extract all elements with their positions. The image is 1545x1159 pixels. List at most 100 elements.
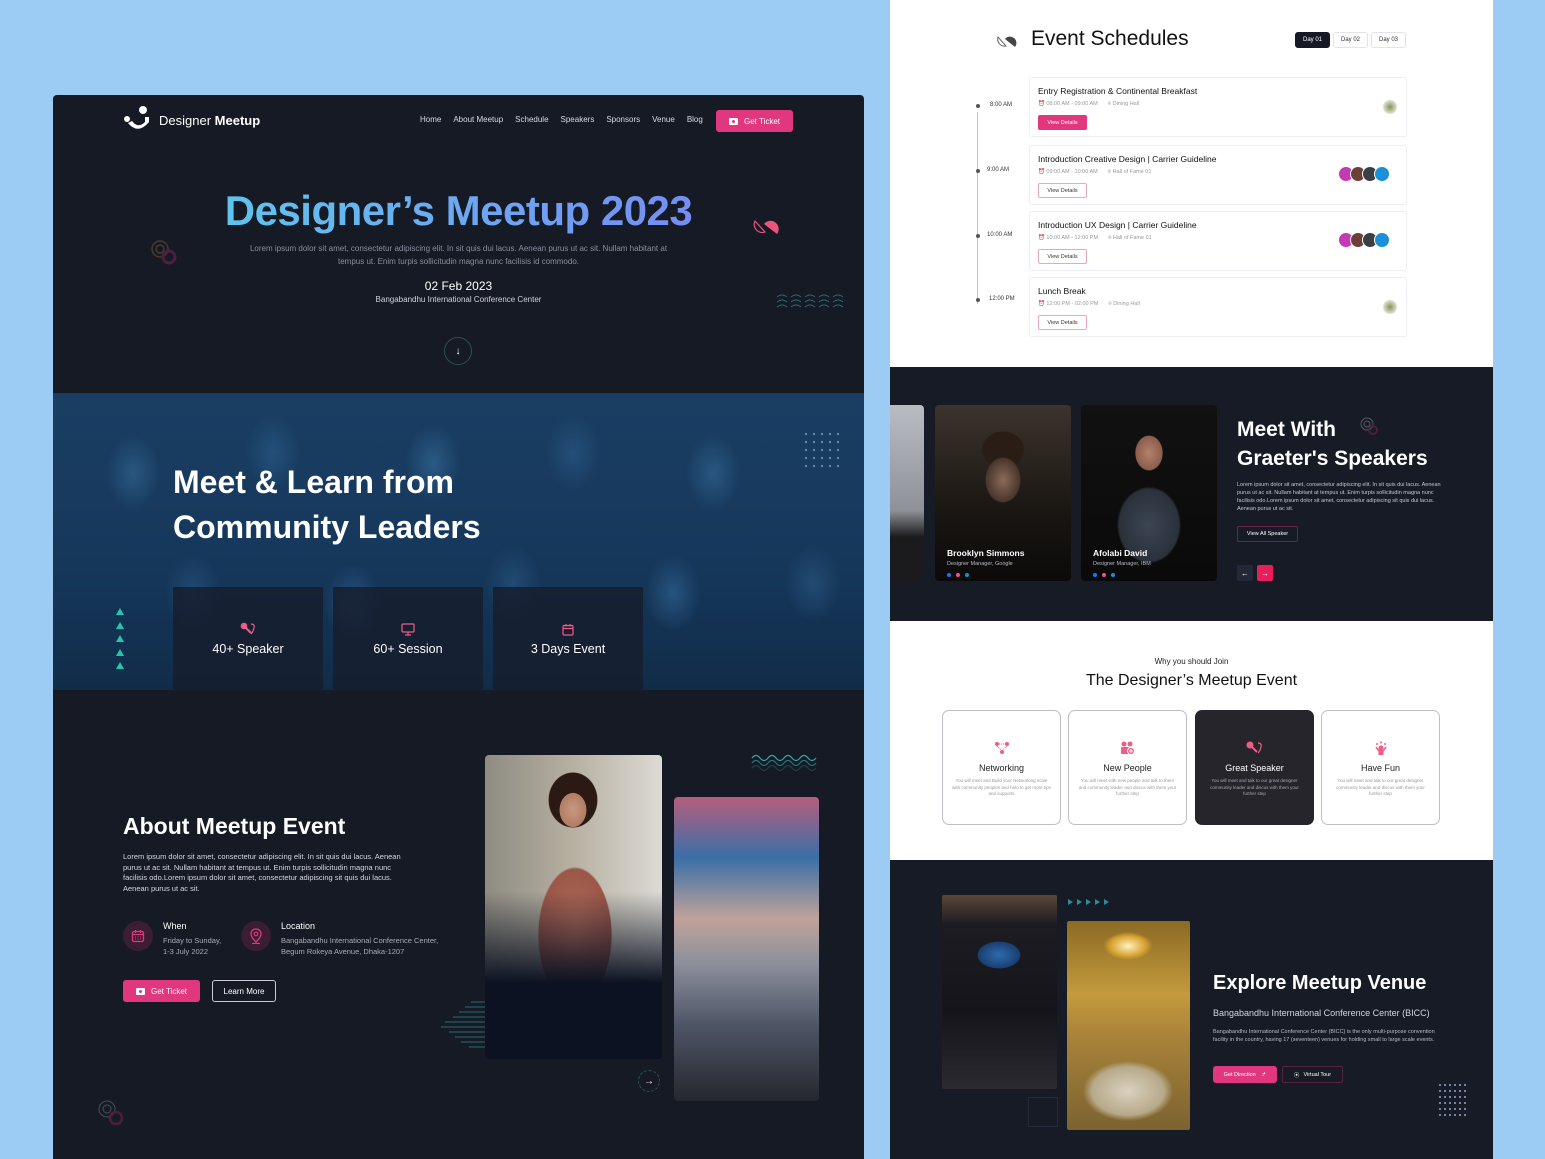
speaker-card[interactable]: Brooklyn Simmons Designer Manager, Googl…	[935, 405, 1071, 581]
lines-decor-icon	[441, 1001, 485, 1048]
timeline-dot	[976, 169, 980, 173]
schedule-item: Introduction UX Design | Carrier Guideli…	[1029, 211, 1407, 271]
tab-day-03[interactable]: Day 03	[1371, 32, 1406, 48]
get-ticket-label: Get Ticket	[743, 116, 780, 126]
feature-card-new-people[interactable]: New People You will meet with new people…	[1068, 710, 1187, 825]
nav-blog[interactable]: Blog	[687, 115, 703, 124]
clock-icon: ⏰ 08:00 AM - 09:00 AM	[1038, 101, 1098, 107]
speaker-presenting-photo	[485, 755, 662, 1059]
venue-hall-photo	[942, 895, 1057, 1089]
feature-title: Networking	[978, 763, 1025, 773]
speaker-card-partial[interactable]	[890, 405, 924, 581]
prev-speaker-button[interactable]: ←	[1237, 565, 1253, 581]
stat-days: 3 Days Event	[493, 587, 643, 691]
view-all-speaker-button[interactable]: View All Speaker	[1237, 526, 1298, 542]
stat-label: 3 Days Event	[530, 641, 606, 656]
next-photo-button[interactable]: →	[638, 1070, 660, 1092]
feature-text: You will meet and talk to our great desi…	[1210, 778, 1299, 796]
linkedin-icon[interactable]	[1111, 573, 1115, 577]
feature-card-great-speaker[interactable]: Great Speaker You will meet and talk to …	[1195, 710, 1314, 825]
get-direction-button[interactable]: Get Direction ↱	[1213, 1066, 1277, 1083]
schedule-item-title: Introduction UX Design | Carrier Guideli…	[1038, 220, 1197, 230]
location-info: Location Bangabandhu International Confer…	[241, 921, 438, 957]
landing-page-right: Event Schedules Day 01 Day 02 Day 03 8:0…	[890, 0, 1493, 1159]
feature-card-have-fun[interactable]: Have Fun You will meet and talk to our g…	[1321, 710, 1440, 825]
nav-sponsors[interactable]: Sponsors	[606, 115, 640, 124]
view-details-button[interactable]: View Details	[1038, 315, 1087, 330]
stat-label: 60+ Session	[373, 641, 443, 656]
calendar-icon	[123, 921, 153, 951]
schedule-item: Entry Registration & Continental Breakfa…	[1029, 77, 1407, 137]
landing-page-left: Designer Meetup Home About Meetup Schedu…	[53, 95, 864, 1159]
when-info: When Friday to Sunday, 1-3 July 2022	[123, 921, 221, 957]
timeline-time: 9:00 AM	[987, 167, 1010, 173]
get-ticket-button[interactable]: Get Ticket	[123, 980, 200, 1002]
celebration-icon	[1322, 741, 1439, 755]
stat-label: 40+ Speaker	[212, 642, 284, 656]
nav-venue[interactable]: Venue	[652, 115, 675, 124]
arrow-left-icon: ←	[1241, 568, 1249, 578]
feature-title: Have Fun	[1360, 763, 1401, 773]
nav-schedule[interactable]: Schedule	[515, 115, 548, 124]
view-details-button[interactable]: View Details	[1038, 249, 1087, 264]
triangle-decor-icon	[116, 662, 124, 669]
feature-card-networking[interactable]: Networking You will meet and Build your …	[942, 710, 1061, 825]
about-title: About Meetup Event	[123, 813, 346, 839]
arrow-right-icon: →	[1261, 568, 1269, 578]
scroll-down-button[interactable]: ↓	[444, 337, 472, 365]
brand-logo[interactable]: Designer Meetup	[123, 105, 260, 135]
when-line2: 1-3 July 2022	[163, 947, 209, 956]
stat-sessions: 60+ Session	[333, 587, 483, 691]
facebook-icon[interactable]	[1093, 573, 1097, 577]
why-title: The Designer’s Meetup Event	[1085, 672, 1298, 689]
dots-grid-decor	[1439, 1084, 1466, 1116]
location-label: Location	[281, 921, 316, 931]
brand-name: Designer Meetup	[159, 112, 261, 128]
instagram-icon[interactable]	[956, 573, 960, 577]
feature-title: New People	[1103, 763, 1152, 773]
schedule-title: Event Schedules	[1031, 27, 1189, 50]
feature-title: Great Speaker	[1225, 763, 1284, 773]
timeline-time: 12:00 PM	[989, 296, 1015, 302]
tab-day-01[interactable]: Day 01	[1295, 32, 1330, 48]
circles-decor-icon	[151, 240, 177, 265]
about-text: Lorem ipsum dolor sit amet, consectetur …	[123, 852, 401, 894]
pin-icon: ⌾ Hall of Fame 01	[1107, 169, 1152, 175]
nav-speakers[interactable]: Speakers	[561, 115, 595, 124]
speakers-title-line2: Graeter's Speakers	[1237, 447, 1428, 470]
schedule-item: Introduction Creative Design | Carrier G…	[1029, 145, 1407, 205]
next-speaker-button[interactable]: →	[1257, 565, 1273, 581]
conference-audience-photo	[674, 797, 819, 1101]
microphone-icon	[240, 622, 255, 635]
arrows-decor	[1068, 899, 1109, 905]
direction-arrow-icon: ↱	[1261, 1071, 1267, 1078]
learn-more-button[interactable]: Learn More	[212, 980, 276, 1002]
location-line2: Begum Rokeya Avenue, Dhaka-1207	[281, 947, 405, 956]
timeline-dot	[976, 234, 980, 238]
stat-speakers: 40+ Speaker	[173, 587, 323, 691]
nav-about[interactable]: About Meetup	[453, 115, 503, 124]
virtual-tour-button[interactable]: ⦿ Virtual Tour	[1282, 1066, 1343, 1083]
virtual-tour-icon: ⦿	[1293, 1072, 1300, 1079]
get-ticket-nav-button[interactable]: Get Ticket	[716, 110, 793, 132]
timeline-dot	[976, 104, 980, 108]
feature-text: You will meet with new people and talk t…	[1078, 778, 1177, 796]
feature-text: You will meet and talk to our great desi…	[1336, 778, 1425, 796]
speaker-card[interactable]: Afolabi David Designer Manager, IBM	[1081, 405, 1217, 581]
speakers-title-line1: Meet With	[1237, 418, 1336, 441]
view-details-button[interactable]: View Details	[1038, 115, 1087, 130]
nav-home[interactable]: Home	[420, 115, 441, 124]
view-details-button[interactable]: View Details	[1038, 183, 1087, 198]
facebook-icon[interactable]	[947, 573, 951, 577]
monitor-icon	[401, 622, 415, 636]
why-subtitle: Why you should Join	[1154, 657, 1229, 666]
hero-date: 02 Feb 2023	[424, 279, 493, 293]
main-nav: Home About Meetup Schedule Speakers Spon…	[420, 115, 703, 124]
half-circles-decor-icon	[997, 36, 1017, 47]
tab-day-02[interactable]: Day 02	[1333, 32, 1368, 48]
triangle-decor-icon	[116, 622, 124, 629]
instagram-icon[interactable]	[1102, 573, 1106, 577]
circles-decor-icon	[98, 1100, 124, 1126]
linkedin-icon[interactable]	[965, 573, 969, 577]
timeline-line	[977, 112, 978, 304]
